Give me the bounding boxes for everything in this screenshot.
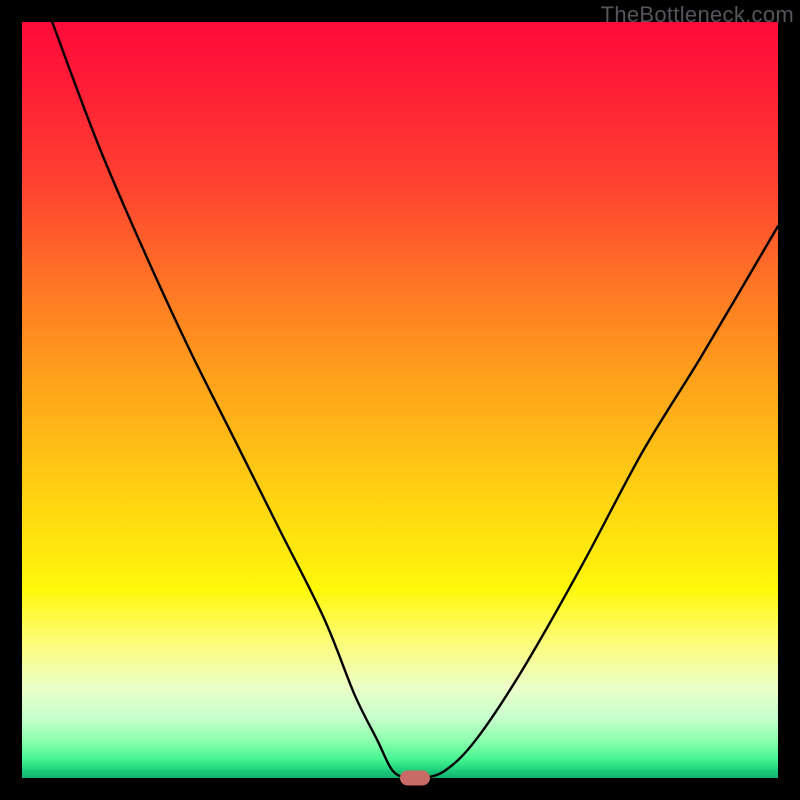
plot-area — [22, 22, 778, 778]
chart-frame: TheBottleneck.com — [0, 0, 800, 800]
optimal-marker-icon — [400, 771, 430, 786]
bottleneck-curve — [22, 22, 778, 778]
watermark-text: TheBottleneck.com — [601, 2, 794, 28]
